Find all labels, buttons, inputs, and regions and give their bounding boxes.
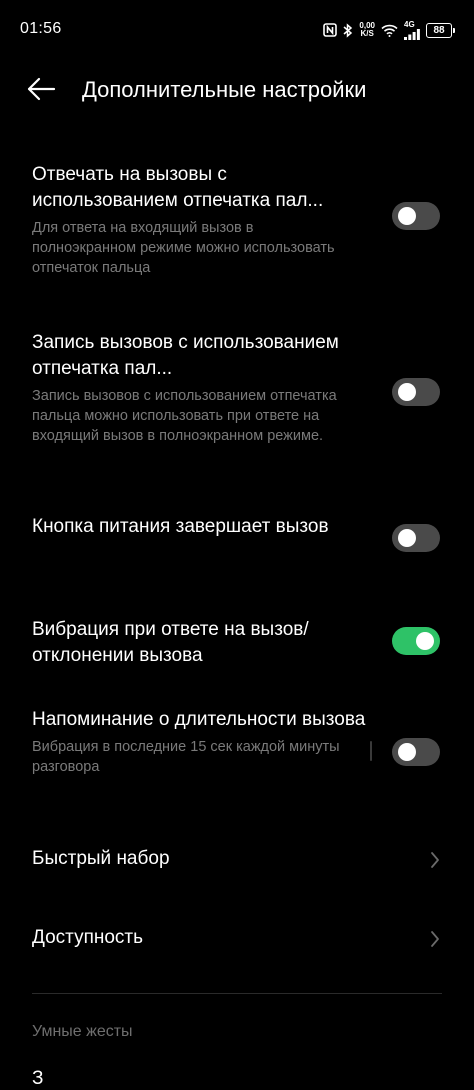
status-time: 01:56 bbox=[20, 20, 62, 37]
vibration-on-answer-toggle[interactable] bbox=[392, 627, 440, 655]
scroll-indicator bbox=[370, 741, 372, 761]
wifi-icon bbox=[381, 24, 398, 37]
setting-title: Напоминание о длительности вызова bbox=[32, 709, 366, 730]
nfc-icon bbox=[323, 23, 338, 37]
status-bar: 01:56 0,00 K/S 4G 88 bbox=[0, 0, 474, 60]
fingerprint-record-toggle[interactable] bbox=[392, 378, 440, 406]
setting-description: Запись вызовов с использованием отпечатк… bbox=[32, 388, 337, 444]
setting-power-button-ends-call: Кнопка питания завершает вызов bbox=[32, 514, 442, 552]
cellular-signal-icon: 4G bbox=[404, 19, 420, 40]
network-speed-unit: K/S bbox=[360, 29, 374, 38]
status-icons: 0,00 K/S 4G 88 bbox=[323, 18, 455, 42]
setting-vibration-on-answer: Вибрация при ответе на вызов/ отклонении… bbox=[32, 617, 442, 669]
list-item-partial[interactable]: З bbox=[32, 1068, 43, 1090]
toggle-knob bbox=[398, 529, 416, 547]
setting-fingerprint-record: Запись вызовов с использованием отпечатк… bbox=[32, 330, 442, 446]
nav-row-accessibility[interactable]: Доступность bbox=[32, 919, 442, 959]
chevron-right-icon bbox=[431, 931, 439, 947]
network-speed: 0,00 K/S bbox=[359, 22, 375, 38]
power-button-ends-call-toggle[interactable] bbox=[392, 524, 440, 552]
setting-title: Запись вызовов с использованием отпечатк… bbox=[32, 332, 339, 379]
section-header-smart-gestures: Умные жесты bbox=[32, 1023, 133, 1040]
network-type-label: 4G bbox=[404, 19, 415, 29]
setting-title: Отвечать на вызовы с использованием отпе… bbox=[32, 164, 324, 211]
battery-icon: 88 bbox=[426, 22, 455, 38]
header: Дополнительные настройки bbox=[0, 64, 474, 118]
setting-call-duration-reminder: Напоминание о длительности вызова Вибрац… bbox=[32, 707, 442, 777]
toggle-knob bbox=[398, 743, 416, 761]
setting-title: Кнопка питания завершает вызов bbox=[32, 516, 329, 537]
setting-title: Вибрация при ответе на вызов/ отклонении… bbox=[32, 619, 309, 666]
setting-fingerprint-answer: Отвечать на вызовы с использованием отпе… bbox=[32, 162, 442, 278]
toggle-knob bbox=[398, 207, 416, 225]
bluetooth-icon bbox=[343, 22, 353, 38]
setting-description: Для ответа на входящий вызов в полноэкра… bbox=[32, 220, 335, 276]
nav-row-speed-dial[interactable]: Быстрый набор bbox=[32, 840, 442, 880]
fingerprint-answer-toggle[interactable] bbox=[392, 202, 440, 230]
call-duration-reminder-toggle[interactable] bbox=[392, 738, 440, 766]
section-divider bbox=[32, 993, 442, 994]
toggle-knob bbox=[398, 383, 416, 401]
battery-level: 88 bbox=[433, 24, 445, 36]
chevron-right-icon bbox=[431, 852, 439, 868]
back-arrow-icon bbox=[27, 77, 56, 101]
page-title: Дополнительные настройки bbox=[82, 77, 367, 102]
nav-row-label: Доступность bbox=[32, 927, 144, 948]
setting-description: Вибрация в последние 15 сек каждой минут… bbox=[32, 739, 340, 775]
nav-row-label: Быстрый набор bbox=[32, 848, 170, 869]
back-button[interactable] bbox=[26, 76, 62, 106]
toggle-knob bbox=[416, 632, 434, 650]
